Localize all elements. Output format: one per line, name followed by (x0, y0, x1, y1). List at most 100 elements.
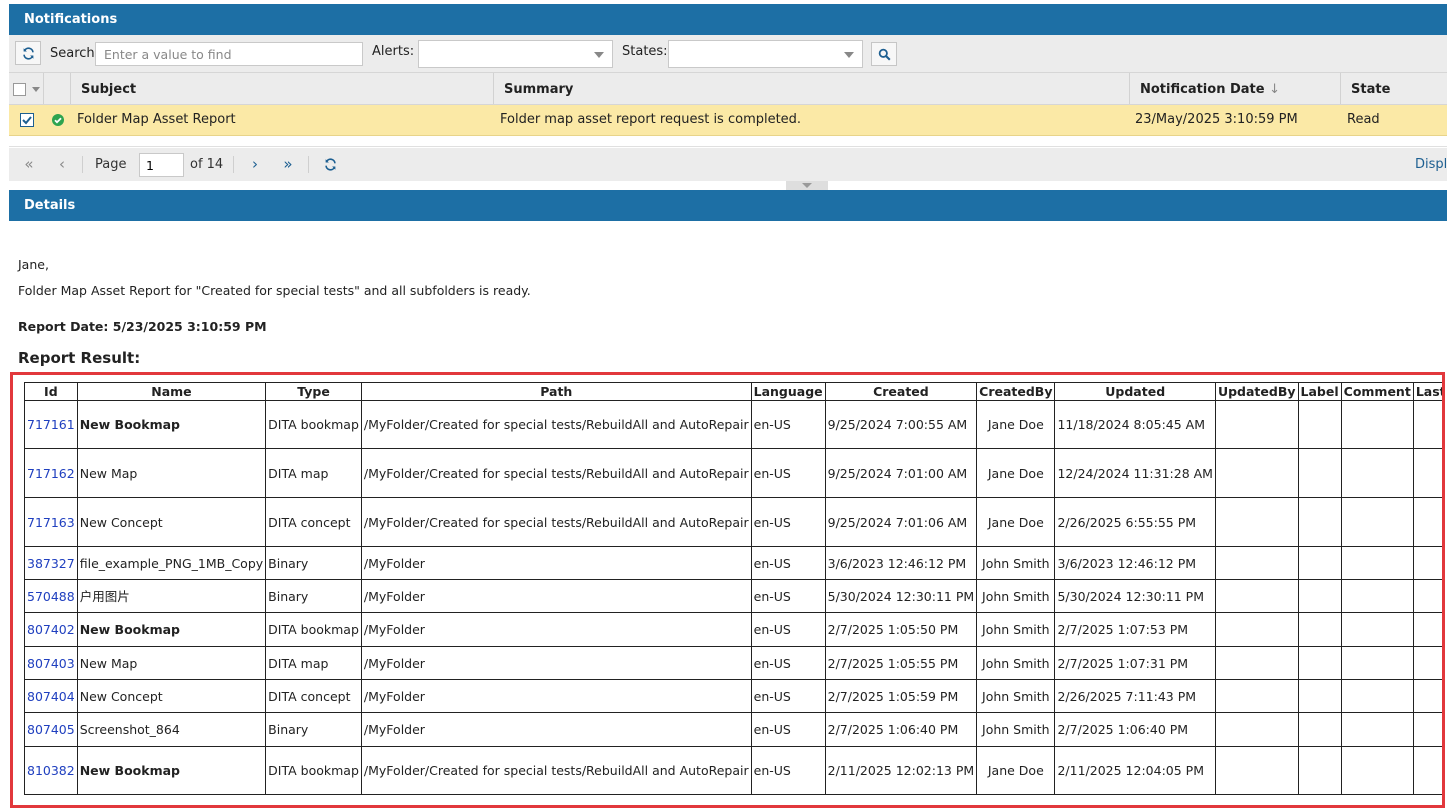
report-id-link[interactable]: 810382 (27, 763, 75, 778)
report-cell-lang: en-US (750, 712, 826, 747)
report-cell-created: 2/7/2025 1:05:59 PM (824, 679, 978, 713)
report-cell-empty (1214, 679, 1299, 713)
report-cell-lang: en-US (750, 646, 826, 680)
report-id-link[interactable]: 807403 (27, 656, 75, 671)
report-cell-updated: 2/7/2025 1:06:40 PM (1054, 712, 1216, 747)
prev-page-icon[interactable]: ‹ (52, 154, 72, 174)
report-cell-empty (1412, 746, 1442, 795)
report-cell-path: /MyFolder (360, 579, 752, 613)
report-cell-type: Binary (265, 712, 362, 747)
report-cell-empty (1412, 679, 1442, 713)
report-header-row: Id Name Type Path Language Created CreatedBy Up… (24, 382, 1442, 401)
report-cell-created: 9/25/2024 7:01:00 AM (824, 448, 978, 498)
report-cell-empty (1412, 546, 1442, 580)
report-cell-empty (1412, 448, 1442, 498)
select-all-checkbox[interactable] (13, 83, 26, 96)
report-id-link[interactable]: 807405 (27, 722, 75, 737)
report-id-link[interactable]: 807402 (27, 622, 75, 637)
report-row: 387327 file_example_PNG_1MB_Copy Binary/My… (24, 546, 1442, 580)
chevron-down-icon[interactable] (32, 87, 40, 92)
report-cell-empty (1214, 746, 1299, 795)
report-cell-empty (1412, 400, 1442, 449)
report-cell-createdby: Jane Doe (976, 497, 1056, 547)
row-state: Read (1347, 112, 1380, 127)
report-cell-name: New Map (76, 448, 267, 498)
report-cell-createdby: Jane Doe (976, 400, 1056, 449)
report-cell-lang: en-US (750, 497, 826, 547)
report-cell-empty (1412, 579, 1442, 613)
report-cell-created: 2/7/2025 1:05:50 PM (824, 612, 978, 647)
column-summary[interactable]: Summary (504, 73, 573, 104)
report-cell-updated: 3/6/2023 12:46:12 PM (1054, 546, 1216, 580)
report-id-link[interactable]: 570488 (27, 589, 75, 604)
report-cell-id: 807402 (24, 612, 78, 647)
report-cell-path: /MyFolder (360, 612, 752, 647)
search-input[interactable] (95, 42, 363, 66)
report-row: 807402 New Bookmap DITA bookmap/MyFolder en… (24, 612, 1442, 647)
report-cell-path: /MyFolder (360, 679, 752, 713)
report-column-lastreviewed: LastReviewed (1412, 382, 1442, 401)
report-cell-lang: en-US (750, 546, 826, 580)
page-input[interactable] (139, 153, 184, 177)
last-page-icon[interactable]: » (278, 154, 298, 174)
pager-refresh-button[interactable] (320, 154, 340, 174)
report-cell-name: New Concept (76, 679, 267, 713)
states-label: States: (622, 44, 668, 59)
report-cell-path: /MyFolder/Created for special tests/Rebu… (360, 400, 752, 449)
report-cell-type: DITA bookmap (265, 746, 362, 795)
report-cell-name: New Bookmap (76, 400, 267, 449)
notifications-toolbar: Search: Alerts: States: (9, 35, 1447, 72)
report-date: Report Date: 5/23/2025 3:10:59 PM (18, 319, 267, 334)
report-cell-empty (1412, 612, 1442, 647)
report-cell-created: 3/6/2023 12:46:12 PM (824, 546, 978, 580)
checkbox-checked-icon[interactable] (20, 113, 34, 127)
report-row: 807405 Screenshot_864 Binary/MyFolder en-US… (24, 712, 1442, 747)
report-cell-lang: en-US (750, 400, 826, 449)
report-column-id: Id (24, 382, 78, 401)
column-state[interactable]: State (1351, 73, 1390, 104)
report-id-link[interactable]: 717161 (27, 417, 75, 432)
report-column-updatedby: UpdatedBy (1214, 382, 1299, 401)
notification-row[interactable]: Folder Map Asset Report Folder map asset… (9, 105, 1447, 136)
report-cell-empty (1297, 612, 1342, 647)
report-cell-createdby: John Smith (976, 612, 1056, 647)
report-id-link[interactable]: 807404 (27, 689, 75, 704)
details-header: Details (9, 190, 1447, 221)
report-cell-empty (1340, 712, 1414, 747)
report-cell-updated: 2/7/2025 1:07:31 PM (1054, 646, 1216, 680)
report-row: 717162 New Map DITA map/MyFolder/Created f… (24, 448, 1442, 498)
report-row: 810382 New Bookmap DITA bookmap/MyFolder/C… (24, 746, 1442, 795)
report-cell-empty (1214, 579, 1299, 613)
report-cell-lang: en-US (750, 679, 826, 713)
chevron-down-icon (802, 183, 812, 188)
report-cell-created: 5/30/2024 12:30:11 PM (824, 579, 978, 613)
search-button[interactable] (871, 42, 897, 66)
report-cell-lang: en-US (750, 579, 826, 613)
report-cell-empty (1214, 712, 1299, 747)
alerts-select[interactable] (418, 40, 613, 68)
report-id-link[interactable]: 387327 (27, 556, 75, 571)
report-id-link[interactable]: 717162 (27, 466, 75, 481)
report-cell-id: 717162 (24, 448, 78, 498)
report-column-created: Created (824, 382, 978, 401)
report-cell-created: 9/25/2024 7:01:06 AM (824, 497, 978, 547)
report-cell-empty (1214, 612, 1299, 647)
column-notification-date[interactable]: Notification Date ↓ (1140, 73, 1280, 104)
panel-splitter[interactable] (786, 181, 828, 190)
report-cell-empty (1297, 579, 1342, 613)
report-cell-path: /MyFolder (360, 646, 752, 680)
refresh-button[interactable] (15, 41, 41, 65)
states-select[interactable] (668, 40, 863, 68)
report-id-link[interactable]: 717163 (27, 515, 75, 530)
report-message: Folder Map Asset Report for "Created for… (18, 283, 531, 298)
report-column-createdby: CreatedBy (976, 382, 1056, 401)
report-cell-id: 387327 (24, 546, 78, 580)
page-label: Page (95, 157, 127, 172)
report-cell-id: 570488 (24, 579, 78, 613)
report-cell-empty (1412, 497, 1442, 547)
report-cell-empty (1412, 712, 1442, 747)
first-page-icon[interactable]: « (19, 154, 39, 174)
column-subject[interactable]: Subject (81, 73, 136, 104)
next-page-icon[interactable]: › (245, 154, 265, 174)
report-cell-lang: en-US (750, 448, 826, 498)
